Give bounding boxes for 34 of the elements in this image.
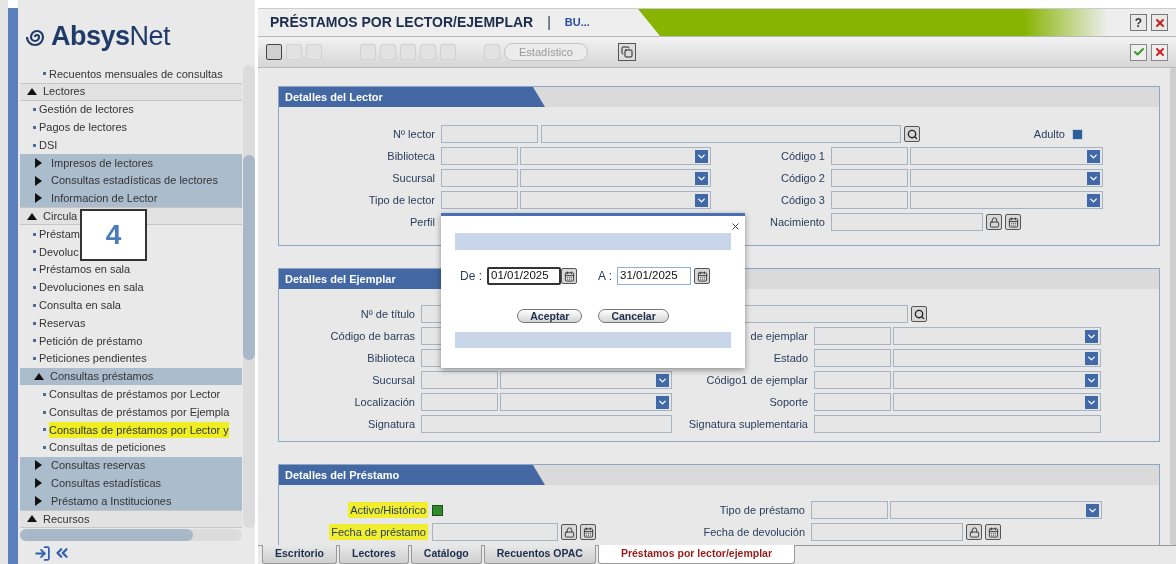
field-label: Tipo de préstamo — [718, 502, 806, 518]
field-label: Localización — [353, 394, 416, 410]
section-header: Detalles del Préstamo — [279, 465, 545, 485]
field-label: Adulto — [1032, 126, 1066, 142]
field-label: Signatura — [366, 416, 416, 432]
field-label: Código 1 — [779, 148, 826, 164]
app-logo: AbsysNet — [51, 20, 171, 54]
field-label: Nacimiento — [768, 214, 826, 230]
field-label: de ejemplar — [749, 328, 809, 344]
from-label: De : — [460, 268, 482, 285]
field-label: Sucursal — [371, 372, 416, 388]
field-label: Estado — [772, 350, 809, 366]
field-label: Nº de título — [359, 306, 416, 322]
field-label: Código1 de ejemplar — [705, 372, 809, 388]
window-subtitle: BU... — [564, 15, 590, 31]
field-label: Tipo de lector — [367, 192, 436, 208]
field-label: Signatura suplementaria — [687, 416, 809, 432]
callout-tooltip: 4 — [80, 209, 147, 261]
title-separator: | — [547, 13, 551, 32]
field-label: Nº lector — [392, 126, 436, 142]
field-label: Perfil — [408, 214, 436, 230]
field-label: Fecha de devolución — [702, 524, 806, 540]
field-label: Biblioteca — [386, 148, 436, 164]
field-label: Sucursal — [391, 170, 436, 186]
field-label: Código 2 — [779, 170, 826, 186]
section-header: Detalles del Lector — [279, 87, 545, 107]
window-title: PRÉSTAMOS POR LECTOR/EJEMPLAR — [270, 13, 534, 32]
to-label: A : — [598, 268, 613, 285]
field-label: Fecha de préstamo — [329, 523, 428, 541]
field-label: Código 3 — [779, 192, 826, 208]
field-label: Activo/Histórico — [348, 501, 428, 519]
field-label: Biblioteca — [366, 350, 416, 366]
field-label: Código de barras — [329, 328, 416, 344]
field-label: Soporte — [768, 394, 809, 410]
